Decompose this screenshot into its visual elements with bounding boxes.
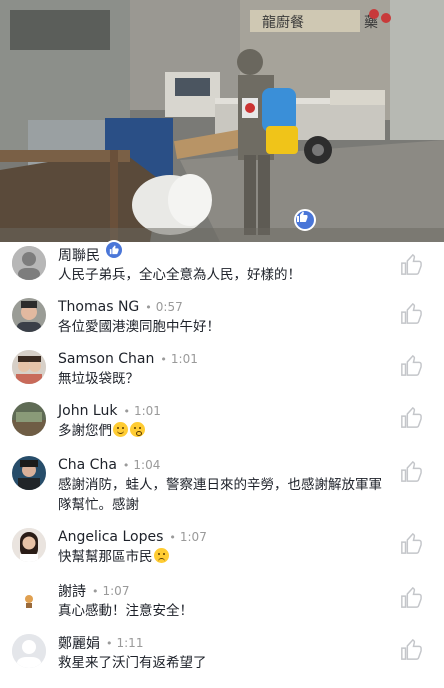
comment-item: Thomas NG • 0:57 各位愛國港澳同胞中午好！ [0, 298, 444, 352]
shop-sign: 龍廚餐 [262, 14, 304, 31]
avatar[interactable] [12, 456, 46, 490]
thumbs-up-icon [297, 211, 308, 222]
thumbs-up-icon[interactable] [400, 533, 422, 555]
comment-author[interactable]: Cha Cha [58, 457, 117, 473]
avatar[interactable] [12, 350, 46, 384]
comment-item: Angelica Lopes • 1:07 快幫幫那區市民 [0, 528, 444, 582]
separator-dot: • [123, 404, 130, 418]
comment-timestamp[interactable]: 1:07 [180, 530, 207, 544]
comment-text: 各位愛國港澳同胞中午好！ [58, 319, 220, 335]
avatar[interactable] [12, 634, 46, 668]
comment-author[interactable]: 周聯民 [58, 245, 100, 265]
separator-dot: • [145, 300, 152, 314]
comment-text: 感謝消防，蛙人，警察連日來的辛勞，也感謝解放軍軍隊幫忙。感謝 [58, 477, 382, 513]
thumbs-up-icon [109, 245, 119, 255]
comment-text-body: 快幫幫那區市民 [58, 549, 153, 565]
comment-timestamp[interactable]: 1:07 [103, 584, 130, 598]
separator-dot: • [92, 584, 99, 598]
comment-author[interactable]: Angelica Lopes [58, 529, 163, 545]
comment-author[interactable]: Thomas NG [58, 299, 139, 315]
comment-text: 人民子弟兵，全心全意為人民，好樣的！ [58, 267, 301, 283]
comment-item: Samson Chan • 1:01 無垃圾袋既？ [0, 350, 444, 404]
video-frame: 龍廚餐 藥 [0, 0, 444, 242]
avatar[interactable] [12, 402, 46, 436]
video-like-button[interactable] [294, 209, 316, 231]
comment-text: 快幫幫那區市民 [58, 547, 358, 567]
emoji-sad-icon [153, 548, 169, 563]
comment-timestamp[interactable]: 1:01 [171, 352, 198, 366]
avatar[interactable] [12, 246, 46, 280]
like-count-badge [104, 240, 124, 260]
comment-text: 多謝您們 [58, 421, 358, 441]
comment-timestamp[interactable]: 1:11 [117, 636, 144, 650]
separator-dot: • [122, 458, 130, 472]
comment-item: 鄭麗娟 • 1:11 救星来了沃门有返希望了 [0, 634, 444, 688]
comment-author[interactable]: 謝詩 [58, 581, 86, 601]
comment-item: 周聯民 人民子弟兵，全心全意為人民，好樣的！ [0, 240, 444, 300]
separator-dot: • [160, 352, 167, 366]
separator-dot: • [106, 636, 113, 650]
thumbs-up-icon[interactable] [400, 355, 422, 377]
comment-author[interactable]: 鄭麗娟 [58, 633, 100, 653]
thumbs-up-icon[interactable] [400, 254, 422, 276]
thumbs-up-icon[interactable] [400, 639, 422, 661]
comment-timestamp[interactable]: 1:01 [134, 404, 161, 418]
emoji-smile-icon [113, 422, 128, 437]
thumbs-up-icon[interactable] [400, 303, 422, 325]
comment-author[interactable]: Samson Chan [58, 351, 154, 367]
comment-text: 救星来了沃门有返希望了 [58, 655, 207, 671]
comment-text: 無垃圾袋既？ [58, 371, 139, 387]
comment-text-body: 多謝您們 [58, 423, 112, 439]
comment-item: John Luk • 1:01 多謝您們 [0, 402, 444, 456]
thumbs-up-icon[interactable] [400, 587, 422, 609]
thumbs-up-icon[interactable] [400, 407, 422, 429]
comment-item: 謝詩 • 1:07 真心感動！注意安全！ [0, 582, 444, 636]
comment-timestamp[interactable]: 0:57 [156, 300, 183, 314]
avatar[interactable] [12, 582, 46, 616]
emoji-kiss-icon [130, 422, 145, 437]
video-player[interactable]: 龍廚餐 藥 [0, 0, 444, 242]
comment-author[interactable]: John Luk [58, 403, 117, 419]
separator-dot: • [169, 530, 176, 544]
avatar[interactable] [12, 298, 46, 332]
comment-timestamp[interactable]: 1:04 [133, 458, 160, 472]
avatar[interactable] [12, 528, 46, 562]
comment-text: 真心感動！注意安全！ [58, 603, 193, 619]
comment-item: Cha Cha • 1:04 感謝消防，蛙人，警察連日來的辛勞，也感謝解放軍軍隊… [0, 456, 444, 522]
thumbs-up-icon[interactable] [400, 461, 422, 483]
